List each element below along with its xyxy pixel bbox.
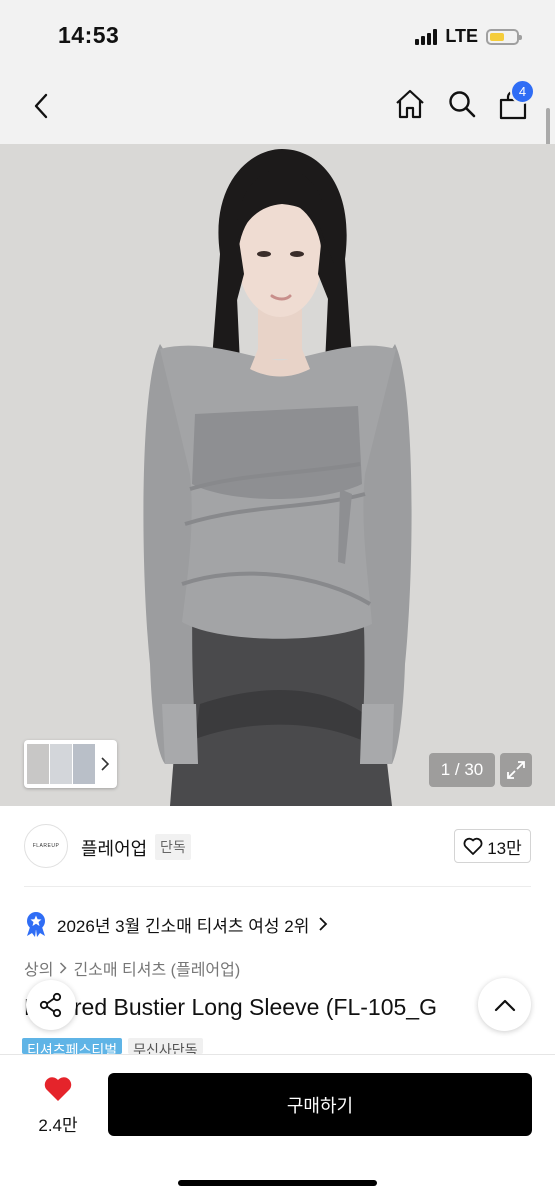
tag-exclusive: 무신사단독 [128,1038,203,1054]
wishlist-button[interactable]: 2.4만 [30,1075,86,1136]
battery-icon [486,28,522,45]
heart-outline-icon [463,837,483,855]
status-time: 14:53 [58,22,120,48]
battery-level [490,32,504,41]
search-button[interactable] [445,87,479,121]
scroll-top-button[interactable] [478,978,531,1031]
chevron-up-icon [494,999,515,1011]
thumbnail[interactable] [27,744,49,784]
ranking-banner[interactable]: 2026년 3월 긴소매 티셔츠 여성 2위 [24,910,328,938]
top-nav: 4 [0,72,555,144]
share-button[interactable] [26,980,76,1030]
product-title: Layered Bustier Long Sleeve (FL-105_G [24,994,437,1020]
product-image[interactable] [0,144,555,806]
home-button[interactable] [393,87,427,121]
brand-like-button[interactable]: 13만 [454,829,531,863]
share-icon [39,992,62,1018]
buy-button[interactable]: 구매하기 [108,1073,532,1136]
expand-button[interactable] [500,753,532,787]
brand-like-count: 13만 [487,838,522,858]
thumbnail-strip[interactable] [24,740,117,788]
brand-logo[interactable]: FLAREUP [24,824,68,868]
status-indicators: LTE [415,26,522,47]
tag-festival[interactable]: 티셔츠페스티벌 [22,1038,123,1054]
home-icon [396,89,424,119]
chevron-right-icon [60,962,68,974]
wishlist-count: 2.4만 [38,1116,78,1135]
back-button[interactable] [26,88,56,124]
brand-logo-text: FLAREUP [32,843,60,849]
heart-filled-icon [44,1077,72,1101]
breadcrumb-subcategory[interactable]: 긴소매 티셔츠 (플레어업) [73,956,240,980]
signal-icon [415,28,438,45]
model-photo [0,144,555,806]
divider [24,886,531,887]
back-icon [34,93,48,119]
status-bar: 14:53 LTE [0,0,555,72]
cart-button[interactable]: 4 [497,79,535,121]
home-indicator [178,1180,377,1186]
breadcrumb-category[interactable]: 상의 [24,956,53,980]
cart-badge: 4 [510,79,535,104]
thumbnail[interactable] [73,744,95,784]
brand-row: FLAREUP 플레어업 단독 13만 [0,806,555,886]
breadcrumb: 상의 긴소매 티셔츠 (플레어업) [24,956,240,980]
search-icon [449,91,476,118]
ranking-medal-icon [27,912,45,937]
network-label: LTE [445,26,478,46]
brand-exclusive-tag: 단독 [155,834,191,860]
bottom-action-bar: 2.4만 구매하기 [0,1054,555,1201]
thumbnail[interactable] [50,744,72,784]
ranking-text: 2026년 3월 긴소매 티셔츠 여성 2위 [57,916,310,936]
product-tags: 티셔츠페스티벌 무신사단독 [22,1038,203,1054]
image-pager: 1 / 30 [429,753,495,787]
chevron-right-icon [101,757,110,771]
expand-icon [507,761,525,779]
brand-name[interactable]: 플레어업 [81,835,147,861]
chevron-right-icon [319,917,328,931]
